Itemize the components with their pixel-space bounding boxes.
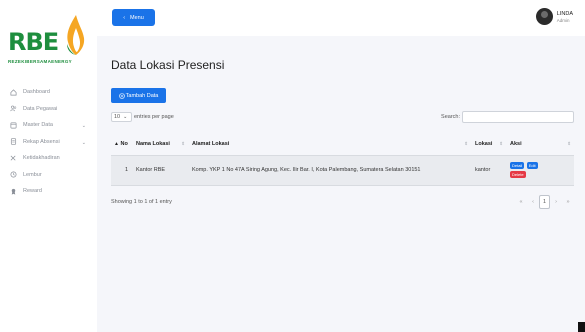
cell-aksi: Detail Edit Delete xyxy=(506,155,574,186)
add-data-button[interactable]: Tambah Data xyxy=(111,88,166,103)
search-input[interactable] xyxy=(462,111,574,123)
brand-logo[interactable]: RBE REZEKIBERSAMAENERGY xyxy=(8,14,90,64)
cell-lokasi: kantor xyxy=(471,155,506,186)
corner-marker xyxy=(578,322,585,332)
action-buttons: Detail Edit Delete xyxy=(510,162,570,178)
menu-button-label: Menu xyxy=(130,14,144,21)
add-circle-icon xyxy=(118,92,125,99)
flame-icon xyxy=(67,15,85,55)
chevron-left-icon: ‹ xyxy=(123,14,126,21)
sort-icon: ⇕ xyxy=(499,141,503,146)
user-info: LINDA Admin xyxy=(557,11,573,23)
first-page-button[interactable]: « xyxy=(515,195,527,209)
prev-page-button[interactable]: ‹ xyxy=(527,195,539,209)
sidebar-item-dashboard[interactable]: Dashboard xyxy=(0,84,97,101)
table-header-row: ▲ No Nama Lokasi ⇕ Alamat Lokasi ⇕ Lokasi ⇕… xyxy=(111,133,574,156)
page-1-button[interactable]: 1 xyxy=(539,195,550,209)
sidebar-item-master-data[interactable]: Master Data ⌄ xyxy=(0,117,97,134)
home-icon xyxy=(10,89,17,96)
user-menu[interactable]: LINDA Admin xyxy=(535,8,573,25)
sidebar-item-label: Lembur xyxy=(23,171,42,178)
search-label: Search: xyxy=(441,114,460,120)
entries-label: entries per page xyxy=(134,114,174,120)
avatar xyxy=(535,8,553,25)
sidebar-item-data-pegawai[interactable]: Data Pegawai xyxy=(0,101,97,118)
sidebar-item-label: Data Pegawai xyxy=(23,105,58,112)
sort-up-icon: ▲ xyxy=(114,140,119,147)
edit-button[interactable]: Edit xyxy=(526,162,538,169)
award-icon xyxy=(11,188,16,195)
lokasi-table: ▲ No Nama Lokasi ⇕ Alamat Lokasi ⇕ Lokasi ⇕… xyxy=(111,133,574,186)
sidebar-item-label: Master Data xyxy=(23,122,53,129)
sidebar-menu: Dashboard Data Pegawai Master Data ⌄ Rek… xyxy=(0,84,97,200)
cell-alamat-lokasi: Komp. YKP 1 No 47A Siring Agung, Kec. Il… xyxy=(188,155,471,186)
x-person-icon xyxy=(10,155,16,161)
action-row: Detail Edit xyxy=(510,162,538,169)
cell-no: 1 xyxy=(111,155,132,186)
sidebar-item-rekap-absensi[interactable]: Rekap Absensi ⌄ xyxy=(0,134,97,151)
next-page-button[interactable]: › xyxy=(550,195,562,209)
sort-icon: ⇕ xyxy=(181,141,185,146)
page-title: Data Lokasi Presensi xyxy=(111,58,225,72)
sidebar-item-ketidakhadiran[interactable]: Ketidakhadiran xyxy=(0,150,97,167)
column-header-aksi[interactable]: Aksi ⇕ xyxy=(506,133,574,156)
folder-icon xyxy=(10,122,17,129)
column-header-lokasi[interactable]: Lokasi ⇕ xyxy=(471,133,506,156)
user-name: LINDA xyxy=(556,10,573,17)
sidebar-item-label: Ketidakhadiran xyxy=(23,155,60,162)
topbar: ‹ Menu LINDA Admin xyxy=(97,0,585,36)
clock-icon xyxy=(10,171,17,178)
last-page-button[interactable]: » xyxy=(562,195,574,209)
menu-toggle-button[interactable]: ‹ Menu xyxy=(112,9,155,26)
table-row: 1 Kantor RBE Komp. YKP 1 No 47A Siring A… xyxy=(111,155,574,186)
add-data-label: Tambah Data xyxy=(125,92,159,99)
column-header-alamat-lokasi[interactable]: Alamat Lokasi ⇕ xyxy=(188,133,471,156)
entries-control: 10 ⌄ entries per page xyxy=(111,112,174,122)
sort-icon: ⇕ xyxy=(567,141,571,146)
chevron-down-icon: ⌄ xyxy=(123,114,128,120)
showing-info: Showing 1 to 1 of 1 entry xyxy=(111,199,172,205)
sidebar-item-lembur[interactable]: Lembur xyxy=(0,167,97,184)
cell-nama-lokasi: Kantor RBE xyxy=(132,155,188,186)
column-header-no[interactable]: ▲ No xyxy=(111,133,132,156)
pagination: « ‹ 1 › » xyxy=(515,195,574,209)
search-control: Search: xyxy=(441,111,574,123)
sidebar-item-label: Dashboard xyxy=(23,89,50,96)
entries-value: 10 xyxy=(114,114,121,120)
sidebar-item-label: Reward xyxy=(23,188,42,195)
sidebar-item-reward[interactable]: Reward xyxy=(0,183,97,200)
chevron-down-icon: ⌄ xyxy=(81,139,86,146)
chevron-down-icon: ⌄ xyxy=(81,123,86,129)
sidebar-item-label: Rekap Absensi xyxy=(23,138,60,145)
logo-wordmark: RBE xyxy=(8,28,59,56)
user-role: Admin xyxy=(556,17,570,23)
entries-per-page-select[interactable]: 10 ⌄ xyxy=(111,112,132,122)
users-icon xyxy=(10,105,17,112)
sort-icon: ⇕ xyxy=(464,141,468,146)
detail-button[interactable]: Detail xyxy=(510,162,525,169)
column-header-nama-lokasi[interactable]: Nama Lokasi ⇕ xyxy=(132,133,188,156)
sidebar: RBE REZEKIBERSAMAENERGY Dashboard Data P… xyxy=(0,0,97,332)
main-content: ‹ Menu LINDA Admin Data Lokasi Presensi … xyxy=(97,0,585,332)
document-icon xyxy=(10,138,17,145)
delete-button[interactable]: Delete xyxy=(510,171,526,178)
logo-tagline: REZEKIBERSAMAENERGY xyxy=(8,59,72,64)
